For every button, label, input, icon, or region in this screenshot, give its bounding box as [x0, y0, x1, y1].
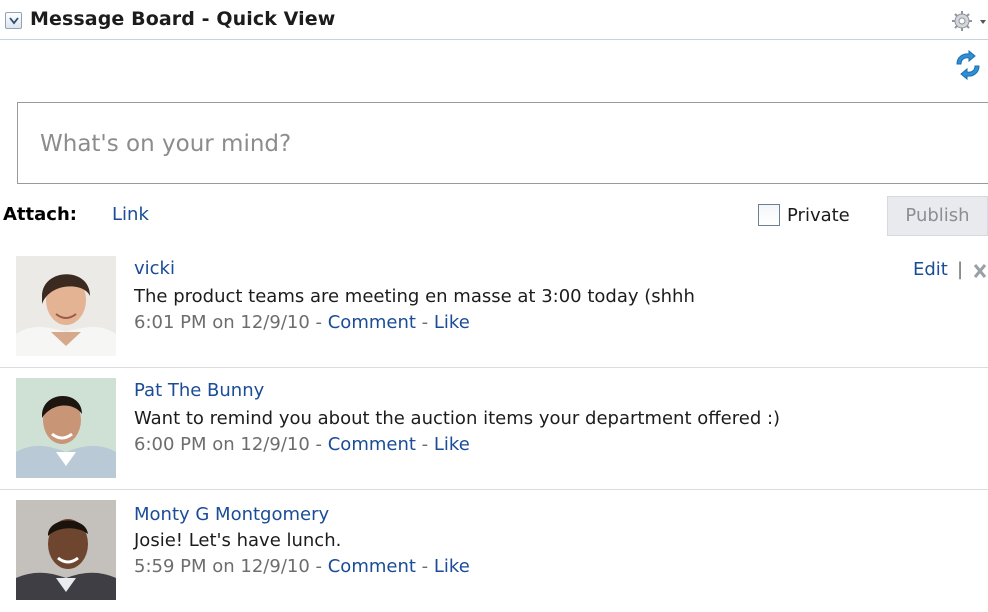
- chevron-down-icon: [9, 17, 19, 25]
- post-meta: 6:01 PM on 12/9/10 - Comment - Like: [134, 312, 470, 333]
- list-item: Monty G Montgomery Josie! Let's have lun…: [0, 490, 988, 612]
- comment-link[interactable]: Comment: [328, 556, 416, 577]
- separator: -: [415, 312, 434, 333]
- post-author[interactable]: vicki: [134, 258, 175, 279]
- publish-button[interactable]: Publish: [887, 196, 988, 236]
- collapse-button[interactable]: [5, 12, 22, 29]
- separator: -: [309, 556, 328, 577]
- like-link[interactable]: Like: [434, 312, 470, 333]
- list-item: Pat The Bunny Want to remind you about t…: [0, 368, 988, 490]
- like-link[interactable]: Like: [434, 556, 470, 577]
- refresh-icon: [956, 49, 980, 81]
- post-author[interactable]: Pat The Bunny: [134, 380, 264, 401]
- separator: -: [309, 434, 328, 455]
- post-author[interactable]: Monty G Montgomery: [134, 504, 329, 525]
- list-item: vicki The product teams are meeting en m…: [0, 246, 988, 368]
- avatar[interactable]: [16, 500, 116, 600]
- separator: -: [415, 434, 434, 455]
- comment-link[interactable]: Comment: [328, 312, 416, 333]
- gear-icon: [952, 11, 986, 31]
- post-message: The product teams are meeting en masse a…: [134, 286, 695, 307]
- attach-label: Attach:: [3, 204, 77, 225]
- edit-link[interactable]: Edit: [913, 259, 948, 280]
- attach-row: Attach: Link Private Publish: [0, 196, 988, 236]
- portlet-header: Message Board - Quick View: [0, 0, 988, 40]
- post-meta: 5:59 PM on 12/9/10 - Comment - Like: [134, 556, 470, 577]
- delete-icon[interactable]: [972, 262, 988, 280]
- separator: -: [309, 312, 328, 333]
- separator-pipe: |: [957, 259, 964, 280]
- status-input-placeholder: What's on your mind?: [40, 131, 292, 157]
- post-time: 6:00 PM on 12/9/10: [134, 434, 310, 455]
- settings-menu-button[interactable]: [950, 10, 988, 32]
- post-time: 5:59 PM on 12/9/10: [134, 556, 310, 577]
- portlet-title: Message Board - Quick View: [30, 8, 336, 30]
- avatar[interactable]: [16, 378, 116, 478]
- comment-link[interactable]: Comment: [328, 434, 416, 455]
- private-label[interactable]: Private: [787, 205, 850, 226]
- attach-link[interactable]: Link: [112, 204, 149, 225]
- post-meta: 6:00 PM on 12/9/10 - Comment - Like: [134, 434, 470, 455]
- refresh-button[interactable]: [952, 49, 984, 81]
- like-link[interactable]: Like: [434, 434, 470, 455]
- post-time: 6:01 PM on 12/9/10: [134, 312, 310, 333]
- post-message: Want to remind you about the auction ite…: [134, 408, 781, 429]
- separator: -: [415, 556, 434, 577]
- status-input[interactable]: What's on your mind?: [17, 102, 988, 184]
- private-checkbox[interactable]: [758, 204, 780, 226]
- avatar[interactable]: [16, 256, 116, 356]
- post-message: Josie! Let's have lunch.: [134, 530, 342, 551]
